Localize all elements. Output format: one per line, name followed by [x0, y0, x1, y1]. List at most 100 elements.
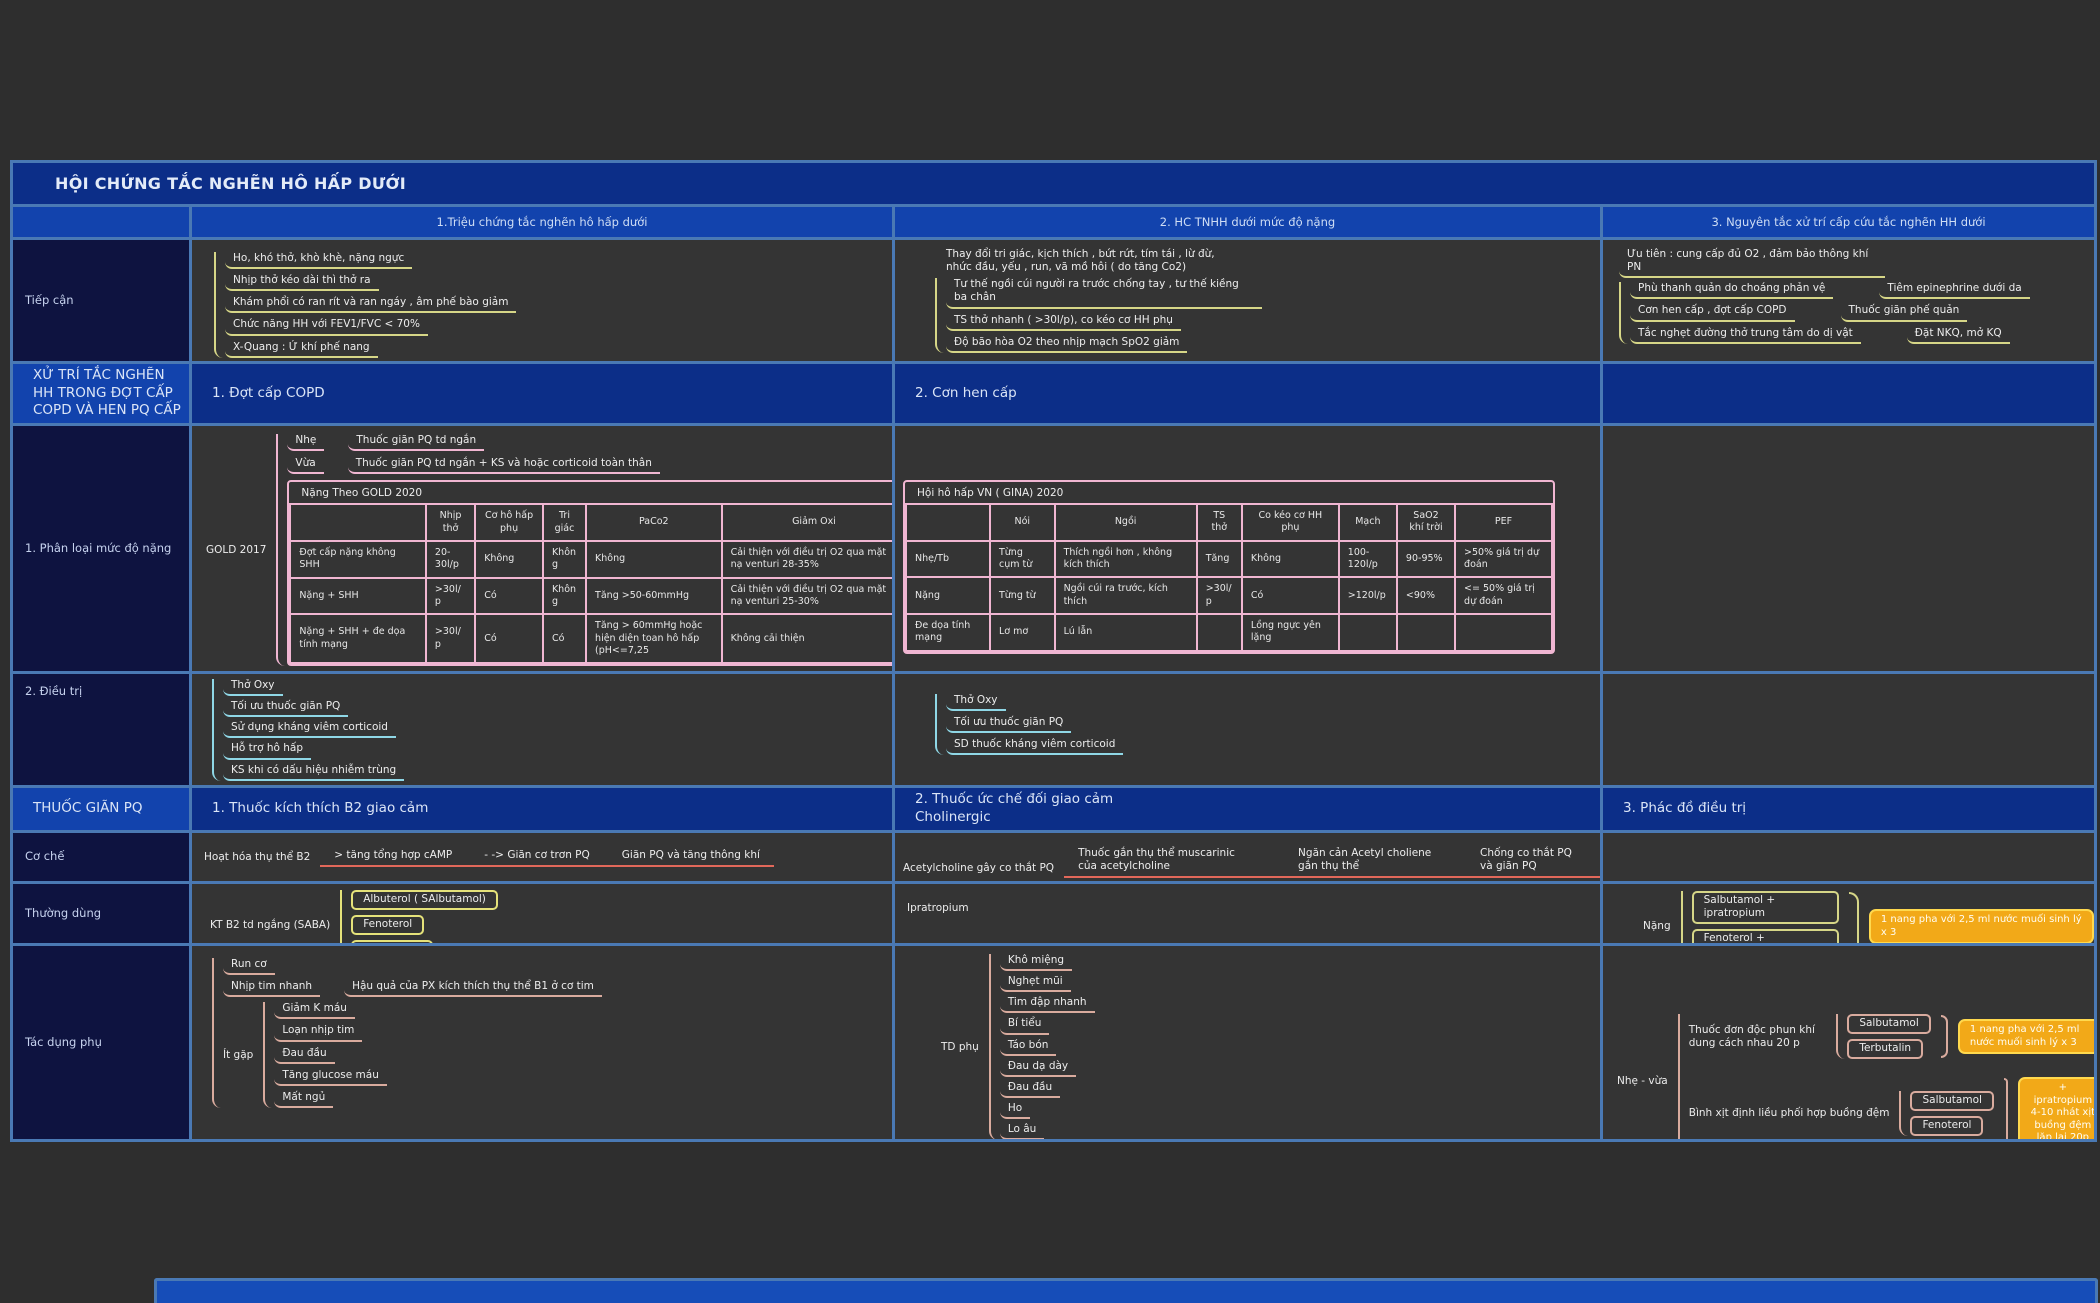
- table-cell[interactable]: Nặng + SHH + đe dọa tính mạng: [290, 614, 426, 663]
- table-cell[interactable]: Cơ hô hấp phụ: [475, 504, 543, 541]
- mindmap-node[interactable]: > tăng tổng hợp cAMP: [334, 849, 452, 862]
- mindmap-node[interactable]: Chức năng HH với FEV1/FVC < 70%: [225, 318, 428, 335]
- row-label-tacdungphu[interactable]: Tác dụng phụ: [13, 946, 189, 1139]
- col-header-symptoms[interactable]: 1.Triệu chứng tắc nghẽn hô hấp dưới: [192, 207, 892, 237]
- table-cell[interactable]: Nhẹ/Tb: [906, 541, 990, 578]
- mindmap-node[interactable]: Ngăn cản Acetyl choliene gắn thụ thể: [1298, 847, 1436, 873]
- section-label-thuocgianpq[interactable]: THUỐC GIÃN PQ: [13, 788, 189, 830]
- drug-pill[interactable]: Fenoterol: [351, 915, 424, 935]
- mindmap-node[interactable]: Nặng: [1643, 920, 1671, 933]
- table-cell[interactable]: >120l/p: [1339, 577, 1397, 614]
- table-cell[interactable]: Co kéo cơ HH phụ: [1242, 504, 1339, 541]
- mindmap-node[interactable]: Khám phổi có ran rít và ran ngáy , âm ph…: [225, 296, 516, 313]
- drug-pill[interactable]: Terbutaline: [351, 940, 433, 943]
- mindmap-node[interactable]: Táo bón: [1000, 1039, 1057, 1056]
- table-cell[interactable]: <90%: [1397, 577, 1455, 614]
- table-cell[interactable]: Tăng >50-60mmHg: [586, 578, 722, 615]
- table-cell[interactable]: Nhịp thở: [426, 504, 475, 541]
- row-label-coche[interactable]: Cơ chế: [13, 833, 189, 881]
- section-hen-cap[interactable]: 2. Cơn hen cấp: [895, 364, 1600, 423]
- mindmap-node[interactable]: Thở Oxy: [946, 694, 1006, 711]
- section-label-xutri[interactable]: XỬ TRÍ TẮC NGHẼN HH TRONG ĐỢT CẤP COPD V…: [13, 364, 189, 423]
- mindmap-node[interactable]: Tối ưu thuốc giãn PQ: [946, 716, 1071, 733]
- table-cell[interactable]: Cải thiện với điều trị O2 qua mặt nạ ven…: [722, 578, 892, 615]
- mindmap-node[interactable]: GOLD 2017: [206, 544, 266, 557]
- drug-pill[interactable]: Terbutalin: [1847, 1039, 1923, 1059]
- col-header-principles[interactable]: 3. Nguyên tắc xử trí cấp cứu tắc nghẽn H…: [1603, 207, 2094, 237]
- table-cell[interactable]: Ngồi: [1055, 504, 1197, 541]
- table-cell[interactable]: Có: [543, 614, 586, 663]
- mindmap-node[interactable]: KT B2 td ngắng (SABA): [210, 919, 330, 932]
- table-cell[interactable]: Không: [1242, 541, 1339, 578]
- dosage-note[interactable]: 1 nang pha với 2,5 ml nước muối sinh lý …: [1869, 909, 2094, 943]
- mindmap-node[interactable]: Acetylcholine gây co thắt PQ: [903, 862, 1054, 878]
- next-section-bar[interactable]: [154, 1278, 2098, 1303]
- mindmap-node[interactable]: Ho, khó thở, khò khè, nặng ngực: [225, 252, 412, 269]
- table-cell[interactable]: Không: [586, 541, 722, 578]
- table-cell[interactable]: 100-120l/p: [1339, 541, 1397, 578]
- table-cell[interactable]: SaO2 khí trời: [1397, 504, 1455, 541]
- mindmap-node[interactable]: Hỗ trợ hô hấp: [223, 742, 311, 759]
- table-cell[interactable]: [1197, 614, 1242, 651]
- mindmap-node[interactable]: Đau dạ dày: [1000, 1060, 1076, 1077]
- mindmap-node[interactable]: Tim đập nhanh: [1000, 996, 1095, 1013]
- mindmap-node[interactable]: Phù thanh quản do choáng phản vệ: [1630, 282, 1833, 299]
- dosage-note[interactable]: 1 nang pha với 2,5 ml nước muối sinh lý …: [1958, 1019, 2094, 1054]
- table-title[interactable]: Nặng Theo GOLD 2020: [289, 482, 892, 503]
- drug-pill[interactable]: Fenoterol: [1910, 1116, 1983, 1136]
- table-cell[interactable]: Giảm Oxi: [722, 504, 892, 541]
- mindmap-node[interactable]: Nhẹ: [287, 434, 324, 451]
- table-cell[interactable]: Thích ngồi hơn , không kích thích: [1055, 541, 1197, 578]
- drug-pill[interactable]: Salbutamol: [1847, 1014, 1930, 1034]
- mindmap-node[interactable]: Ho: [1000, 1102, 1030, 1119]
- table-cell[interactable]: Đợt cấp nặng không SHH: [290, 541, 426, 578]
- table-cell[interactable]: [1397, 614, 1455, 651]
- section-beta2[interactable]: 1. Thuốc kích thích B2 giao cảm: [192, 788, 892, 830]
- mindmap-node[interactable]: KS khi có dấu hiệu nhiễm trùng: [223, 764, 404, 781]
- table-cell[interactable]: Mạch: [1339, 504, 1397, 541]
- mindmap-node[interactable]: Nhịp thở kéo dài thì thở ra: [225, 274, 379, 291]
- mindmap-node[interactable]: Tăng glucose máu: [274, 1069, 387, 1086]
- mindmap-node[interactable]: Thở Oxy: [223, 679, 283, 696]
- table-cell[interactable]: Cải thiện với điều trị O2 qua mặt nạ ven…: [722, 541, 892, 578]
- table-cell[interactable]: Nặng: [906, 577, 990, 614]
- mindmap-node[interactable]: Run cơ: [223, 958, 275, 975]
- table-cell[interactable]: Tri giác: [543, 504, 586, 541]
- mindmap-node[interactable]: Loạn nhịp tim: [274, 1024, 362, 1041]
- drug-pill[interactable]: Albuterol ( SAlbutamol): [351, 890, 498, 910]
- mindmap-node[interactable]: Bí tiểu: [1000, 1017, 1050, 1034]
- table-cell[interactable]: Nói: [990, 504, 1055, 541]
- table-cell[interactable]: >30l/p: [426, 614, 475, 663]
- table-cell[interactable]: <= 50% giá trị dự đoán: [1455, 577, 1552, 614]
- row-label-dieutri[interactable]: 2. Điều trị: [13, 674, 189, 785]
- dosage-note[interactable]: + ipratropium 4-10 nhát xịt buồng đệm lặ…: [2018, 1077, 2094, 1139]
- table-cell[interactable]: Từng cụm từ: [990, 541, 1055, 578]
- section-copd[interactable]: 1. Đợt cấp COPD: [192, 364, 892, 423]
- mindmap-node[interactable]: Hoạt hóa thụ thể B2: [204, 851, 310, 867]
- mindmap-node[interactable]: Độ bão hòa O2 theo nhịp mạch SpO2 giảm: [946, 336, 1187, 353]
- section-phacdo[interactable]: 3. Phác đồ điều trị: [1603, 788, 2094, 830]
- table-cell[interactable]: Không: [543, 541, 586, 578]
- table-cell[interactable]: Có: [1242, 577, 1339, 614]
- table-cell[interactable]: [906, 504, 990, 541]
- mindmap-node[interactable]: Giảm K máu: [274, 1002, 355, 1019]
- mindmap-node[interactable]: Tắc nghẹt đường thở trung tâm do dị vật: [1630, 327, 1861, 344]
- mindmap-node[interactable]: Ưu tiên : cung cấp đủ O2 , đảm bảo thông…: [1619, 248, 1885, 278]
- mindmap-node[interactable]: - -> Giãn cơ trơn PQ: [484, 849, 590, 862]
- mindmap-node[interactable]: SD thuốc kháng viêm corticoid: [946, 738, 1123, 755]
- row-label-thuongdung[interactable]: Thường dùng: [13, 884, 189, 943]
- mindmap-node[interactable]: Mất ngủ: [274, 1091, 333, 1108]
- mindmap-node[interactable]: Nghẹt mũi: [1000, 975, 1071, 992]
- table-cell[interactable]: [1455, 614, 1552, 651]
- table-cell[interactable]: Lơ mơ: [990, 614, 1055, 651]
- mindmap-node[interactable]: Tiêm epinephrine dưới da: [1879, 282, 2029, 299]
- mindmap-node[interactable]: Thuốc giãn PQ td ngắn: [348, 434, 484, 451]
- mindmap-node[interactable]: X-Quang : Ứ khí phế nang: [225, 341, 378, 358]
- table-cell[interactable]: 20-30l/p: [426, 541, 475, 578]
- mindmap-node[interactable]: TD phụ: [941, 1041, 979, 1054]
- row-label-tiepcan[interactable]: Tiếp cận: [13, 240, 189, 361]
- mindmap-node[interactable]: Thuốc đơn độc phun khí dung cách nhau 20…: [1689, 1024, 1827, 1050]
- table-cell[interactable]: [290, 504, 426, 541]
- mindmap-node[interactable]: Thay đổi tri giác, kịch thích , bứt rứt,…: [946, 248, 1226, 274]
- mindmap-node[interactable]: Sử dụng kháng viêm corticoid: [223, 721, 396, 738]
